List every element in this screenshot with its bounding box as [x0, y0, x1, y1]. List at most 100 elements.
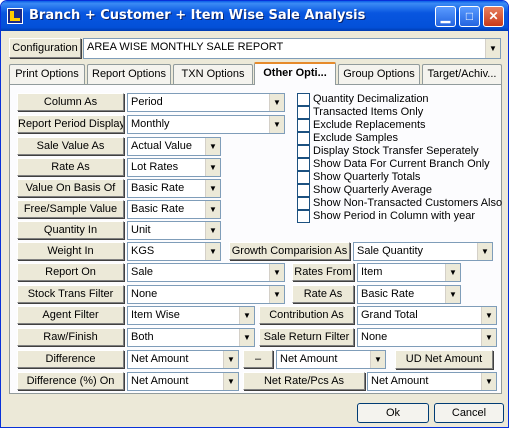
chevron-down-icon[interactable]: ▼ [205, 201, 220, 218]
checkbox-exclude-samples[interactable] [297, 132, 310, 145]
sale-value-as-label: Sale Value As [17, 137, 124, 155]
raw-finish-select[interactable]: Both ▼ [127, 328, 255, 347]
column-as-select[interactable]: Period ▼ [127, 93, 285, 112]
stock-trans-filter-label: Stock Trans Filter [17, 285, 124, 303]
tab-target-achievement[interactable]: Target/Achiv... [422, 64, 502, 84]
checkbox-label: Show Non-Transacted Customers Also [313, 197, 503, 209]
chevron-down-icon[interactable]: ▼ [205, 222, 220, 239]
quantity-in-select[interactable]: Unit ▼ [127, 221, 221, 240]
difference-left-select[interactable]: Net Amount ▼ [127, 350, 239, 369]
window-title: Branch + Customer + Item Wise Sale Analy… [29, 8, 366, 23]
chevron-down-icon[interactable]: ▼ [481, 373, 496, 390]
chevron-down-icon[interactable]: ▼ [205, 243, 220, 260]
stock-trans-filter-value: None [131, 288, 158, 300]
chevron-down-icon[interactable]: ▼ [269, 286, 284, 303]
maximize-icon: □ [465, 9, 474, 23]
column-as-value: Period [131, 96, 163, 108]
checkbox-current-branch-only[interactable] [297, 158, 310, 171]
net-rate-pcs-as-select[interactable]: Net Amount ▼ [367, 372, 497, 391]
maximize-button[interactable]: □ [459, 6, 480, 27]
sale-value-as-select[interactable]: Actual Value ▼ [127, 137, 221, 156]
checkbox-label: Show Quarterly Average [313, 184, 433, 196]
configuration-select[interactable]: AREA WISE MONTHLY SALE REPORT ▼ [83, 38, 501, 59]
chevron-down-icon[interactable]: ▼ [205, 180, 220, 197]
agent-filter-label: Agent Filter [17, 306, 124, 324]
free-sample-value-label: Free/Sample Value [17, 200, 124, 218]
chevron-down-icon[interactable]: ▼ [481, 329, 496, 346]
minimize-button[interactable]: ▁ [435, 6, 456, 27]
chevron-down-icon[interactable]: ▼ [445, 286, 460, 303]
value-on-basis-of-select[interactable]: Basic Rate ▼ [127, 179, 221, 198]
checkbox-label: Exclude Replacements [313, 119, 426, 131]
free-sample-value-select[interactable]: Basic Rate ▼ [127, 200, 221, 219]
chevron-down-icon[interactable]: ▼ [269, 116, 284, 133]
chevron-down-icon[interactable]: ▼ [481, 307, 496, 324]
tab-report-options[interactable]: Report Options [87, 64, 171, 84]
sale-return-filter-select[interactable]: None ▼ [357, 328, 497, 347]
tab-other-options[interactable]: Other Opti... [254, 62, 336, 85]
stock-trans-filter-select[interactable]: None ▼ [127, 285, 285, 304]
checkbox-quantity-decimalization[interactable] [297, 93, 310, 106]
chevron-down-icon[interactable]: ▼ [205, 138, 220, 155]
chevron-down-icon[interactable]: ▼ [477, 243, 492, 260]
minimize-icon: ▁ [440, 9, 451, 23]
rate-as-2-select[interactable]: Basic Rate ▼ [357, 285, 461, 304]
weight-in-label: Weight In [17, 242, 124, 260]
weight-in-select[interactable]: KGS ▼ [127, 242, 221, 261]
rate-as-2-value: Basic Rate [361, 288, 415, 300]
tab-group-options[interactable]: Group Options [338, 64, 420, 84]
raw-finish-value: Both [131, 331, 154, 343]
quantity-in-label: Quantity In [17, 221, 124, 239]
close-icon: ✕ [488, 9, 499, 23]
chevron-down-icon[interactable]: ▼ [269, 94, 284, 111]
rates-from-select[interactable]: Item ▼ [357, 263, 461, 282]
growth-comparision-as-value: Sale Quantity [357, 245, 424, 257]
quantity-in-value: Unit [131, 224, 151, 236]
growth-comparision-as-select[interactable]: Sale Quantity ▼ [353, 242, 493, 261]
ok-button[interactable]: Ok [357, 403, 429, 423]
tab-txn-options[interactable]: TXN Options [173, 64, 253, 84]
chevron-down-icon[interactable]: ▼ [239, 329, 254, 346]
contribution-as-select[interactable]: Grand Total ▼ [357, 306, 497, 325]
difference-pct-on-value: Net Amount [131, 375, 189, 387]
growth-comparision-as-label: Growth Comparision As [229, 242, 350, 260]
checkbox-exclude-replacements[interactable] [297, 119, 310, 132]
tab-print-options[interactable]: Print Options [9, 64, 85, 84]
checkbox-transacted-items-only[interactable] [297, 106, 310, 119]
report-period-display-select[interactable]: Monthly ▼ [127, 115, 285, 134]
column-as-label: Column As [17, 93, 124, 111]
chevron-down-icon[interactable]: ▼ [485, 39, 500, 58]
rate-as-select[interactable]: Lot Rates ▼ [127, 158, 221, 177]
title-bar[interactable]: Branch + Customer + Item Wise Sale Analy… [1, 1, 508, 31]
chevron-down-icon[interactable]: ▼ [445, 264, 460, 281]
rate-as-label: Rate As [17, 158, 124, 176]
chevron-down-icon[interactable]: ▼ [223, 351, 238, 368]
chevron-down-icon[interactable]: ▼ [269, 264, 284, 281]
contribution-as-value: Grand Total [361, 309, 418, 321]
checkbox-label: Display Stock Transfer Seperately [313, 145, 479, 157]
chevron-down-icon[interactable]: ▼ [223, 373, 238, 390]
checkbox-non-transacted-customers[interactable] [297, 197, 310, 210]
difference-right-select[interactable]: Net Amount ▼ [276, 350, 386, 369]
checkbox-display-stock-transfer[interactable] [297, 145, 310, 158]
report-on-select[interactable]: Sale ▼ [127, 263, 285, 282]
chevron-down-icon[interactable]: ▼ [205, 159, 220, 176]
net-rate-pcs-as-label: Net Rate/Pcs As [243, 372, 365, 390]
agent-filter-select[interactable]: Item Wise ▼ [127, 306, 255, 325]
value-on-basis-of-label: Value On Basis Of [17, 179, 124, 197]
raw-finish-label: Raw/Finish [17, 328, 124, 346]
difference-pct-on-select[interactable]: Net Amount ▼ [127, 372, 239, 391]
ud-net-amount-button[interactable]: UD Net Amount [395, 350, 493, 369]
cancel-button[interactable]: Cancel [434, 403, 504, 423]
value-on-basis-of-value: Basic Rate [131, 182, 185, 194]
checkbox-quarterly-average[interactable] [297, 184, 310, 197]
weight-in-value: KGS [131, 245, 155, 257]
chevron-down-icon[interactable]: ▼ [370, 351, 385, 368]
close-button[interactable]: ✕ [483, 6, 504, 27]
sale-return-filter-label: Sale Return Filter [259, 328, 354, 346]
report-on-label: Report On [17, 263, 124, 281]
checkbox-period-in-column-with-year[interactable] [297, 210, 310, 223]
chevron-down-icon[interactable]: ▼ [239, 307, 254, 324]
checkbox-quarterly-totals[interactable] [297, 171, 310, 184]
difference-right-value: Net Amount [280, 353, 338, 365]
